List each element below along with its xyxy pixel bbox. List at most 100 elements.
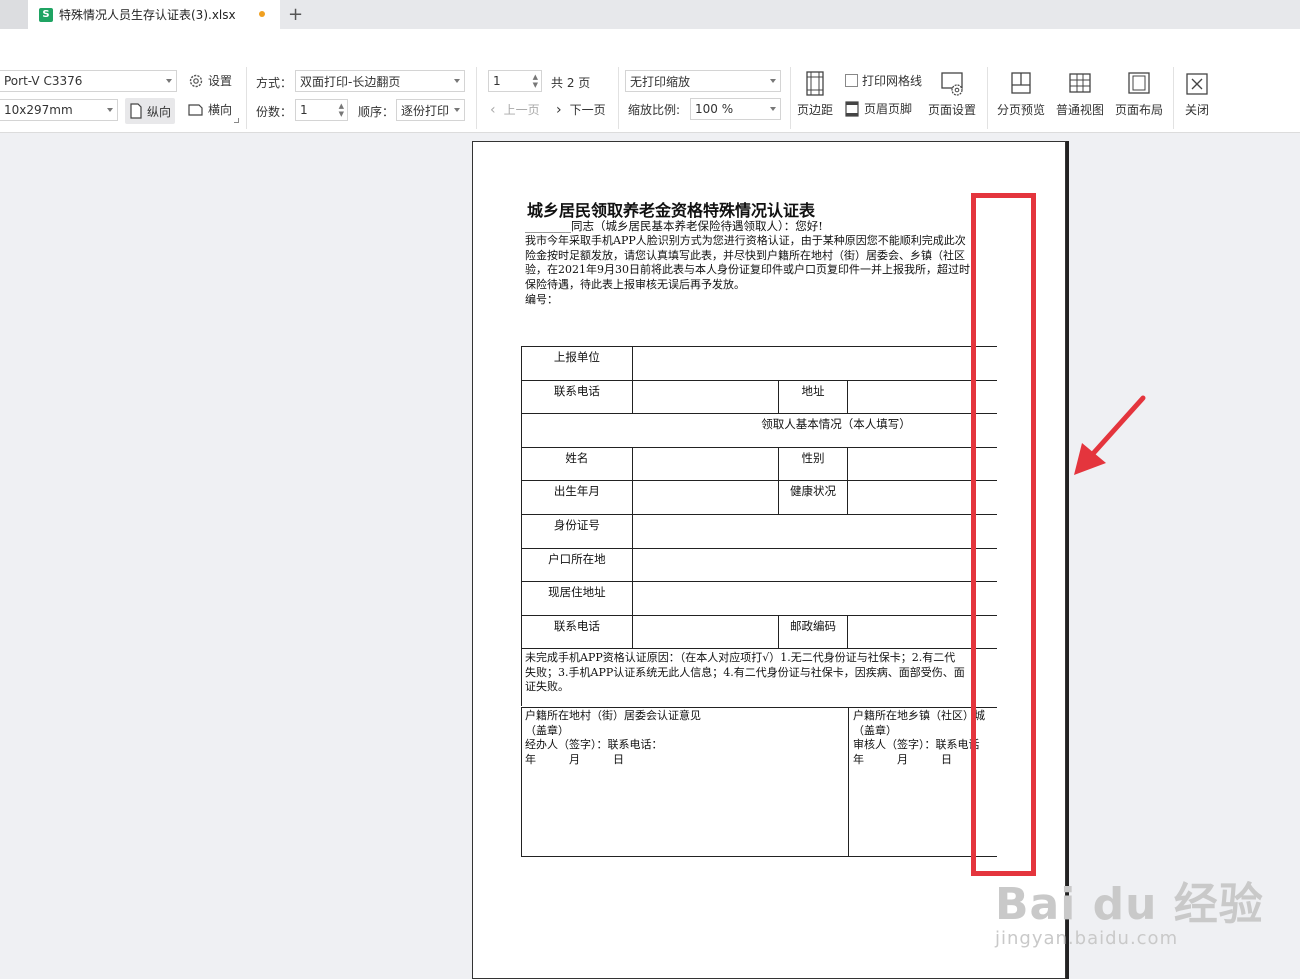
mode-label: 方式： <box>256 76 293 90</box>
toolbar-divider <box>790 67 791 129</box>
zoom-select[interactable]: 100 % <box>690 98 781 120</box>
collate-order-select[interactable]: 逐份打印 <box>396 99 465 121</box>
prev-page-label: 上一页 <box>503 103 540 117</box>
close-button[interactable]: 关闭 <box>1184 71 1210 118</box>
opinion-block: 户籍所在地村（街）居委会认证意见 （盖章） 经办人（签字）：联系电话： 年 月 … <box>521 707 997 857</box>
margins-icon <box>806 71 824 96</box>
paper-size-value: 10x297mm <box>4 103 73 117</box>
tab-workbook[interactable]: S 特殊情况人员生存认证表(3).xlsx <box>28 0 280 29</box>
stepper-arrows-icon[interactable]: ▲ ▼ <box>339 102 344 118</box>
chevron-down-icon <box>454 108 460 112</box>
print-preview-toolbar: Port-V C3376 设置 10x297mm 纵向 横向 方式： 双面打印-… <box>0 29 1300 133</box>
greeting-line: ________同志（城乡居民基本养老保险待遇领取人）：您好! <box>525 219 823 233</box>
phone-label: 联系电话 <box>521 379 633 415</box>
portrait-page-icon <box>130 103 142 119</box>
address-label: 地址 <box>777 379 849 415</box>
next-page-button[interactable]: › 下一页 <box>556 101 606 118</box>
intro-line-4: 保险待遇，待此表上报审核无误后再予发放。 <box>525 277 745 291</box>
print-gridlines-label: 打印网格线 <box>862 74 923 88</box>
page-number-input[interactable]: 1 ▲ ▼ <box>488 70 542 92</box>
section-header: 领取人基本情况（本人填写） <box>521 413 997 448</box>
residence-label: 现居住地址 <box>521 581 633 616</box>
page-break-preview-button[interactable]: 分页预览 <box>997 71 1045 118</box>
serial-label: 编号： <box>525 293 558 306</box>
table-row: 领取人基本情况（本人填写） <box>521 413 997 448</box>
name-value-cell <box>631 446 779 482</box>
intro-line-3: 验，在2021年9月30日前将此表与本人身份证复印件或户口页复印件一并上报我所，… <box>525 263 970 276</box>
page-break-icon <box>1011 72 1031 94</box>
page-setup-button[interactable]: 页面设置 <box>928 71 976 118</box>
intro-line-1: 我市今年采取手机APP人脸识别方式为您进行资格认证，由于某种原因您不能顺利完成此… <box>525 234 966 247</box>
checkbox-icon <box>845 74 858 87</box>
form-table: 上报单位 联系电话 地址 领取人基本情况（本人填写） 姓名 性别 出生年月 健康… <box>521 346 997 650</box>
phone2-value-cell <box>631 614 779 650</box>
toolbar-divider <box>618 67 619 129</box>
intro-line-2: 险金按时足额发放，请您认真填写此表，并尽快到户籍所在地村（街）居委会、乡镇（社区 <box>525 248 965 262</box>
header-footer-icon <box>845 100 859 117</box>
stepper-arrows-icon[interactable]: ▲ ▼ <box>533 73 538 89</box>
toolbar-divider <box>476 67 477 129</box>
tab-title: 特殊情况人员生存认证表(3).xlsx <box>59 8 236 22</box>
hukou-value-cell <box>631 547 997 583</box>
arrow-annotation-icon <box>1074 395 1146 475</box>
toolbar-divider <box>987 67 988 129</box>
close-label: 关闭 <box>1184 103 1209 117</box>
page-layout-button[interactable]: 页面布局 <box>1115 71 1163 118</box>
zoom-value: 100 % <box>695 102 734 116</box>
table-row: 身份证号 <box>521 513 997 549</box>
chevron-down-icon <box>107 108 113 112</box>
unit-label: 上报单位 <box>521 346 633 381</box>
table-row: 户口所在地 <box>521 547 997 583</box>
chevron-right-icon: › <box>556 101 562 118</box>
printer-value: Port-V C3376 <box>4 74 83 88</box>
id-value-cell <box>631 513 997 549</box>
postcode-label: 邮政编码 <box>777 614 849 650</box>
paper-size-select[interactable]: 10x297mm <box>0 99 118 121</box>
landscape-button[interactable]: 横向 <box>188 101 232 118</box>
scale-mode-select[interactable]: 无打印缩放 <box>625 70 781 92</box>
page-setup-icon <box>941 72 963 96</box>
village-stamp: （盖章） <box>525 723 569 737</box>
portrait-button[interactable]: 纵向 <box>125 98 176 124</box>
settings-button[interactable]: 设置 <box>188 72 232 89</box>
reason-line-1: 未完成手机APP资格认证原因：（在本人对应项打√）1.无二代身份证与社保卡；2.… <box>525 651 956 664</box>
copies-label: 份数： <box>256 105 293 119</box>
duplex-mode-select[interactable]: 双面打印-长边翻页 <box>295 70 465 92</box>
village-date: 年 月 日 <box>525 752 624 766</box>
watermark: Bai du 经验 jingyan.baidu.com <box>995 868 1264 949</box>
tab-bar: S 特殊情况人员生存认证表(3).xlsx + <box>0 0 1300 29</box>
toolbar-divider <box>1173 67 1174 129</box>
landscape-page-icon <box>188 103 203 116</box>
page-layout-icon <box>1128 72 1150 94</box>
village-handler: 经办人（签字）：联系电话： <box>525 738 663 751</box>
new-tab-plus-icon[interactable]: + <box>288 4 303 25</box>
expand-corner-icon[interactable] <box>234 118 239 123</box>
copies-input[interactable]: 1 ▲ ▼ <box>295 99 348 121</box>
birth-label: 出生年月 <box>521 480 633 515</box>
gear-icon <box>189 74 203 87</box>
table-row: 出生年月 健康状况 <box>521 480 997 515</box>
chevron-left-icon: ‹ <box>490 101 496 118</box>
tab-left-stub[interactable] <box>0 0 28 29</box>
intro-paragraph: 我市今年采取手机APP人脸识别方式为您进行资格认证，由于某种原因您不能顺利完成此… <box>525 234 997 292</box>
id-label: 身份证号 <box>521 513 633 549</box>
chevron-down-icon <box>770 79 776 83</box>
margins-button[interactable]: 页边距 <box>797 71 833 118</box>
landscape-label: 横向 <box>208 103 233 117</box>
village-opinion-title: 户籍所在地村（街）居委会认证意见 <box>525 709 701 722</box>
normal-view-button[interactable]: 普通视图 <box>1056 71 1104 118</box>
reason-line-3: 证失败。 <box>525 680 569 693</box>
prev-page-button[interactable]: ‹ 上一页 <box>490 101 540 118</box>
page-number-value: 1 <box>493 74 501 88</box>
zoom-label: 缩放比例: <box>628 103 681 117</box>
chevron-down-icon <box>770 107 776 111</box>
table-row: 现居住地址 <box>521 581 997 616</box>
unsaved-dot-icon <box>259 11 265 17</box>
birth-value-cell <box>631 480 779 515</box>
print-gridlines-checkbox[interactable]: 打印网格线 <box>845 72 922 89</box>
phone2-label: 联系电话 <box>521 614 633 650</box>
printer-select[interactable]: Port-V C3376 <box>0 70 177 92</box>
header-footer-button[interactable]: 页眉页脚 <box>845 100 912 117</box>
village-opinion-cell: 户籍所在地村（街）居委会认证意见 （盖章） 经办人（签字）：联系电话： 年 月 … <box>522 708 849 856</box>
reason-line-2: 失败；3.手机APP认证系统无此人信息；4.有二代身份证与社保卡，因疾病、面部受… <box>525 665 965 679</box>
